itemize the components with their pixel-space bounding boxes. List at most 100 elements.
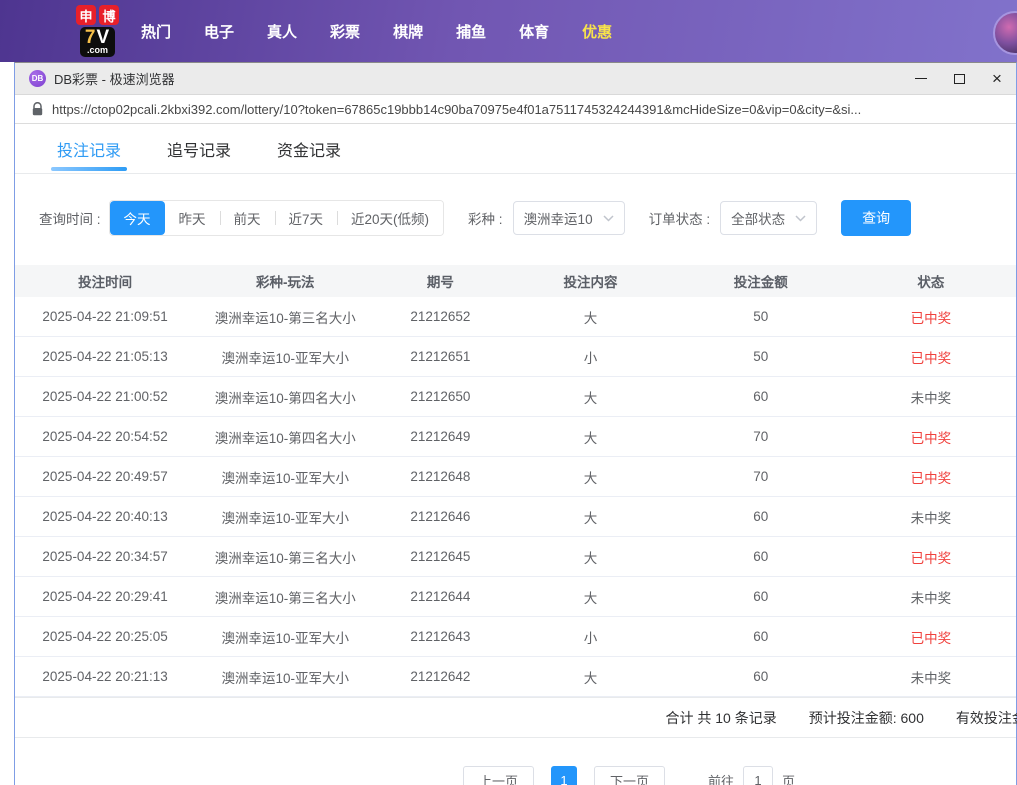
cell-bet-time: 2025-04-22 21:05:13 (15, 349, 195, 364)
window-controls: × (902, 63, 1016, 95)
close-button[interactable]: × (978, 63, 1016, 95)
cell-status: 未中奖 (846, 507, 1016, 527)
cell-issue-number: 21212644 (375, 589, 505, 604)
cell-status: 已中奖 (846, 547, 1016, 567)
summary-expected-amount: 预计投注金额: 600 (809, 708, 924, 728)
search-button[interactable]: 查询 (841, 200, 911, 236)
cell-bet-time: 2025-04-22 20:25:05 (15, 629, 195, 644)
cell-bet-time: 2025-04-22 20:49:57 (15, 469, 195, 484)
table-row[interactable]: 2025-04-22 21:00:52 澳洲幸运10-第四名大小 2121265… (15, 377, 1016, 417)
table-row[interactable]: 2025-04-22 20:29:41 澳洲幸运10-第三名大小 2121264… (15, 577, 1016, 617)
top-nav-item[interactable]: 优惠 (582, 21, 612, 42)
record-tab[interactable]: 资金记录 (277, 124, 341, 173)
site-favicon-icon: DB (29, 70, 46, 87)
goto-page-input[interactable] (743, 766, 773, 785)
table-column-header: 投注内容 (505, 271, 675, 291)
cell-bet-amount: 60 (676, 509, 846, 524)
url-text[interactable]: https://ctop02pcali.2kbxi392.com/lottery… (52, 102, 861, 117)
time-range-option[interactable]: 昨天 (165, 201, 220, 235)
maximize-button[interactable] (940, 63, 978, 95)
table-row[interactable]: 2025-04-22 20:49:57 澳洲幸运10-亚军大小 21212648… (15, 457, 1016, 497)
top-nav-item[interactable]: 真人 (267, 21, 297, 42)
logo-badge-bo: 博 (99, 5, 119, 25)
table-header: 投注时间彩种-玩法期号投注内容投注金额状态 (15, 265, 1016, 297)
status-filter-label: 订单状态 : (649, 208, 711, 228)
table-row[interactable]: 2025-04-22 20:21:13 澳洲幸运10-亚军大小 21212642… (15, 657, 1016, 697)
cell-bet-content: 大 (505, 387, 675, 407)
top-nav-item[interactable]: 棋牌 (393, 21, 423, 42)
pagination: 上一页 1 下一页 前往 页 (15, 766, 1016, 785)
browser-window: DB DB彩票 - 极速浏览器 × https://ctop02pcali.2k… (14, 62, 1017, 785)
goto-page: 前往 页 (708, 766, 795, 785)
page-number-button[interactable]: 1 (551, 766, 577, 785)
window-titlebar[interactable]: DB DB彩票 - 极速浏览器 × (15, 63, 1016, 95)
cell-bet-time: 2025-04-22 20:40:13 (15, 509, 195, 524)
cell-issue-number: 21212646 (375, 509, 505, 524)
next-page-button[interactable]: 下一页 (594, 766, 665, 785)
cell-bet-amount: 60 (676, 589, 846, 604)
cell-status: 已中奖 (846, 627, 1016, 647)
url-bar[interactable]: https://ctop02pcali.2kbxi392.com/lottery… (15, 95, 1016, 124)
window-title: DB彩票 - 极速浏览器 (54, 69, 175, 88)
status-select-value: 全部状态 (731, 208, 785, 228)
cell-issue-number: 21212650 (375, 389, 505, 404)
cell-bet-amount: 60 (676, 629, 846, 644)
site-logo[interactable]: 申 博 7V .com (76, 5, 119, 57)
cell-bet-amount: 70 (676, 429, 846, 444)
cell-bet-time: 2025-04-22 20:34:57 (15, 549, 195, 564)
table-column-header: 状态 (846, 271, 1016, 291)
table-row[interactable]: 2025-04-22 21:05:13 澳洲幸运10-亚军大小 21212651… (15, 337, 1016, 377)
record-tab[interactable]: 追号记录 (167, 124, 231, 173)
table-row[interactable]: 2025-04-22 20:40:13 澳洲幸运10-亚军大小 21212646… (15, 497, 1016, 537)
cell-bet-content: 大 (505, 467, 675, 487)
top-nav-item[interactable]: 彩票 (330, 21, 360, 42)
cell-game-play: 澳洲幸运10-第四名大小 (195, 387, 375, 407)
cell-status: 未中奖 (846, 387, 1016, 407)
cell-bet-amount: 50 (676, 309, 846, 324)
cell-game-play: 澳洲幸运10-亚军大小 (195, 667, 375, 687)
table-row[interactable]: 2025-04-22 20:34:57 澳洲幸运10-第三名大小 2121264… (15, 537, 1016, 577)
summary-row: 合计 共 10 条记录 预计投注金额: 600 有效投注金额: 600 (15, 697, 1016, 738)
cell-status: 已中奖 (846, 467, 1016, 487)
record-tab-label: 资金记录 (277, 137, 341, 161)
top-nav: 热门 电子 真人 彩票 棋牌 捕鱼 体育 优惠 (141, 21, 612, 42)
status-select[interactable]: 全部状态 (720, 201, 817, 235)
cell-game-play: 澳洲幸运10-第三名大小 (195, 307, 375, 327)
time-range-option[interactable]: 今天 (110, 201, 165, 235)
top-nav-item[interactable]: 电子 (204, 21, 234, 42)
record-tab[interactable]: 投注记录 (57, 124, 121, 173)
time-range-option[interactable]: 近20天(低频) (337, 201, 443, 235)
user-avatar[interactable] (993, 11, 1017, 55)
time-range-option[interactable]: 前天 (220, 201, 275, 235)
cell-game-play: 澳洲幸运10-第三名大小 (195, 587, 375, 607)
minimize-icon (915, 78, 927, 80)
time-range-option[interactable]: 近7天 (275, 201, 338, 235)
top-nav-item[interactable]: 热门 (141, 21, 171, 42)
lottery-select-value: 澳洲幸运10 (524, 208, 593, 228)
table-body: 2025-04-22 21:09:51 澳洲幸运10-第三名大小 2121265… (15, 297, 1016, 697)
prev-page-button[interactable]: 上一页 (463, 766, 534, 785)
record-tab-label: 追号记录 (167, 137, 231, 161)
goto-suffix: 页 (782, 771, 795, 785)
cell-bet-time: 2025-04-22 21:09:51 (15, 309, 195, 324)
table-row[interactable]: 2025-04-22 21:09:51 澳洲幸运10-第三名大小 2121265… (15, 297, 1016, 337)
minimize-button[interactable] (902, 63, 940, 95)
top-nav-item[interactable]: 体育 (519, 21, 549, 42)
cell-bet-content: 大 (505, 547, 675, 567)
maximize-icon (954, 74, 965, 84)
cell-status: 已中奖 (846, 427, 1016, 447)
lock-icon (32, 102, 43, 116)
cell-bet-content: 小 (505, 627, 675, 647)
table-column-header: 彩种-玩法 (195, 271, 375, 291)
close-icon: × (992, 70, 1002, 87)
table-row[interactable]: 2025-04-22 20:54:52 澳洲幸运10-第四名大小 2121264… (15, 417, 1016, 457)
top-nav-item[interactable]: 捕鱼 (456, 21, 486, 42)
cell-game-play: 澳洲幸运10-亚军大小 (195, 347, 375, 367)
cell-game-play: 澳洲幸运10-亚军大小 (195, 507, 375, 527)
logo-suffix: .com (87, 46, 108, 55)
cell-issue-number: 21212642 (375, 669, 505, 684)
cell-status: 未中奖 (846, 587, 1016, 607)
bet-records-table: 投注时间彩种-玩法期号投注内容投注金额状态 2025-04-22 21:09:5… (15, 265, 1016, 697)
table-row[interactable]: 2025-04-22 20:25:05 澳洲幸运10-亚军大小 21212643… (15, 617, 1016, 657)
lottery-select[interactable]: 澳洲幸运10 (513, 201, 625, 235)
